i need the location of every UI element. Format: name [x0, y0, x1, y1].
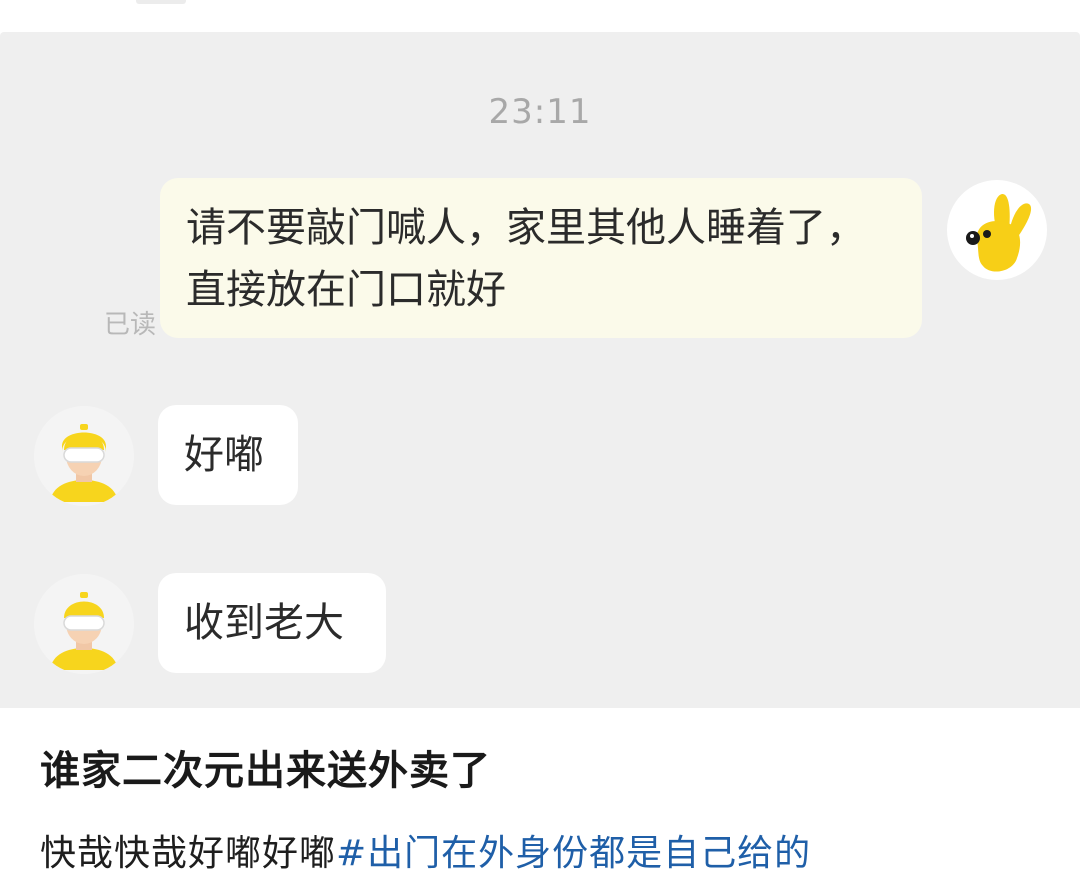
- post-body-text: 快哉快哉好嘟好嘟: [40, 833, 337, 874]
- rider-avatar[interactable]: [34, 406, 134, 506]
- top-strip: [0, 0, 1080, 32]
- delivery-rider-avatar-icon: [34, 574, 134, 674]
- chat-timestamp: 23:11: [488, 92, 592, 132]
- post-body: 快哉快哉好嘟好嘟#出门在外身份都是自己给的: [40, 824, 811, 876]
- my-avatar[interactable]: [947, 180, 1047, 280]
- read-status-label: 已读: [104, 310, 157, 340]
- top-divider: [136, 0, 186, 4]
- hashtag-link[interactable]: #出门在外身份都是自己给的: [336, 833, 811, 874]
- my-message-bubble[interactable]: 请不要敲门喊人，家里其他人睡着了，直接放在门口就好: [160, 178, 922, 338]
- rider-avatar[interactable]: [34, 574, 134, 674]
- screenshot-page: 23:11 请不要敲门喊人，家里其他人睡着了，直接放在门口就好 已读 好嘟 收到…: [0, 0, 1080, 891]
- post-title: 谁家二次元出来送外卖了: [40, 748, 491, 794]
- rider-message-bubble[interactable]: 收到老大: [158, 573, 386, 673]
- rider-message-bubble[interactable]: 好嘟: [158, 405, 298, 505]
- yellow-bunny-avatar-icon: [966, 193, 1032, 272]
- delivery-rider-avatar-icon: [34, 406, 134, 506]
